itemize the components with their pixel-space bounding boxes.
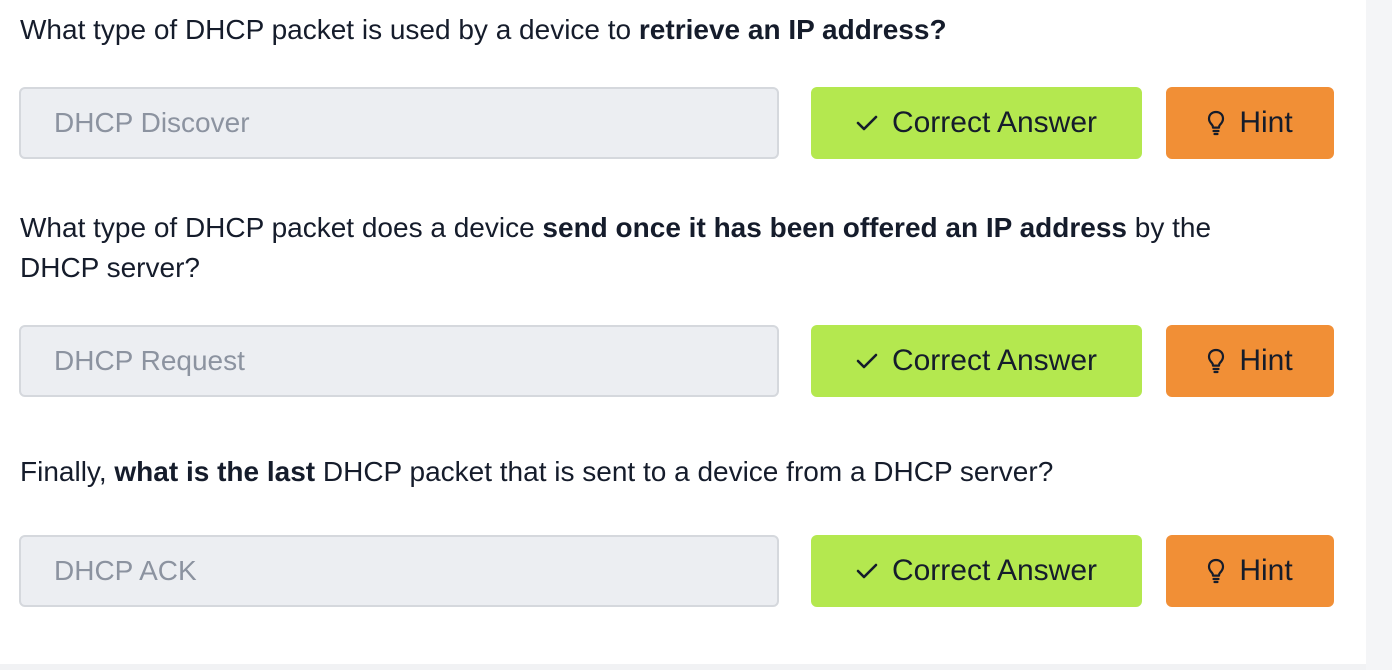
scrollbar-track[interactable] [1366,0,1392,670]
question-2-answer-field[interactable] [19,325,779,397]
question-2-text-b: send once it has been offered an IP addr… [542,212,1127,243]
lightbulb-icon [1207,110,1225,136]
correct-answer-label: Correct Answer [891,106,1098,139]
question-2-hint-button[interactable]: Hint [1166,325,1334,397]
question-3-correct-answer-button[interactable]: Correct Answer [811,535,1142,607]
question-3-text-c: DHCP packet that is sent to a device fro… [315,456,1054,487]
lightbulb-icon [1207,558,1225,584]
check-icon [856,352,878,370]
hint-label: Hint [1239,344,1293,377]
question-3-answer-field[interactable] [19,535,779,607]
question-1-hint-button[interactable]: Hint [1166,87,1334,159]
question-2-text-a: What type of DHCP packet does a device [20,212,543,243]
check-icon [856,114,878,132]
question-1-prompt: What type of DHCP packet is used by a de… [20,10,1270,50]
question-2-correct-answer-button[interactable]: Correct Answer [811,325,1142,397]
question-3-text-b: what is the last [114,456,316,487]
question-2-prompt: What type of DHCP packet does a device s… [20,208,1270,288]
question-1-answer-field[interactable] [19,87,779,159]
correct-answer-label: Correct Answer [891,344,1098,377]
bottom-divider [0,664,1366,670]
hint-label: Hint [1239,106,1293,139]
question-3-text-a: Finally, [20,456,115,487]
question-2-answer-row: Correct Answer Hint [19,325,1335,397]
lightbulb-icon [1207,348,1225,374]
question-1-text-a: What type of DHCP packet is used by a de… [20,14,639,45]
correct-answer-label: Correct Answer [891,554,1098,587]
question-3-hint-button[interactable]: Hint [1166,535,1334,607]
quiz-page: What type of DHCP packet is used by a de… [0,0,1392,670]
question-1-text-b: retrieve an IP address? [638,14,947,45]
question-1-correct-answer-button[interactable]: Correct Answer [811,87,1142,159]
check-icon [856,562,878,580]
hint-label: Hint [1239,554,1293,587]
question-1-answer-row: Correct Answer Hint [19,87,1335,159]
question-3-prompt: Finally, what is the last DHCP packet th… [20,452,1270,492]
question-3-answer-row: Correct Answer Hint [19,535,1335,607]
